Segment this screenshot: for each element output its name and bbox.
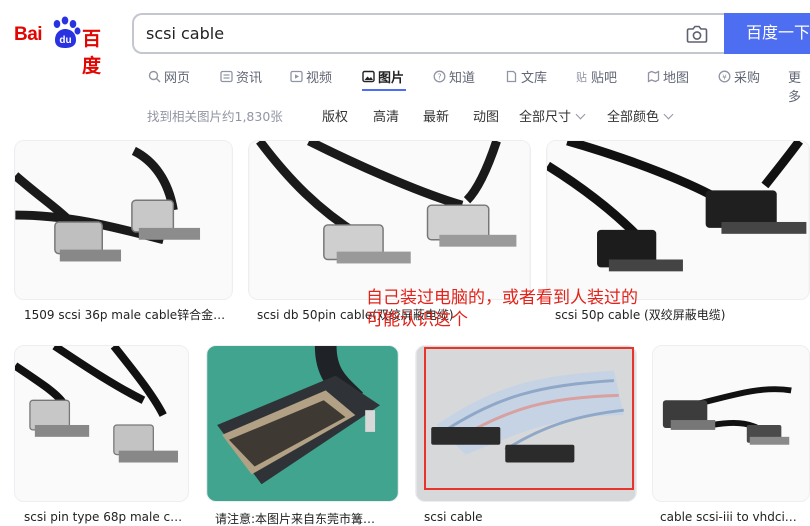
cable-photo (547, 141, 809, 299)
paw-icon: du (53, 16, 81, 48)
tab-more[interactable]: 更多 (788, 67, 810, 105)
baidu-logo[interactable]: Bai du 百度 (14, 16, 118, 77)
result-caption-4[interactable]: scsi pin type 68p male ca… (24, 510, 184, 524)
cable-photo (653, 346, 809, 501)
search-icon (148, 70, 161, 83)
tab-web-label: 网页 (164, 71, 191, 86)
filter-color[interactable]: 全部颜色 (607, 106, 674, 125)
chevron-down-icon (663, 109, 674, 120)
connector-closeup-photo (207, 346, 398, 501)
handwritten-annotation: 自己装过电脑的，或者看到人装过的 可能认识这个 (366, 287, 706, 331)
filter-copyright[interactable]: 版权 (322, 106, 348, 125)
camera-icon[interactable] (686, 24, 708, 44)
search-button[interactable]: 百度一下 (724, 13, 810, 54)
logo-text-bai: Bai (14, 24, 43, 45)
filter-bar: 找到相关图片约1,830张 版权 高清 最新 动图 全部尺寸 全部颜色 (0, 106, 810, 125)
tab-map[interactable]: 地图 (647, 67, 689, 86)
logo-text-baidu: 百度 (82, 28, 102, 77)
tab-wenku[interactable]: 文库 (505, 67, 547, 86)
doc-icon (506, 70, 517, 83)
svg-text:?: ? (437, 73, 441, 82)
cable-photo (15, 346, 188, 501)
tab-more-label: 更多 (788, 71, 802, 105)
result-caption-5[interactable]: 请注意:本图片来自东莞市篝… (215, 510, 387, 526)
logo-paw-text: du (59, 35, 71, 46)
result-image-3[interactable] (546, 140, 810, 300)
filter-hd[interactable]: 高清 (373, 106, 399, 125)
tab-purchase-label: 采购 (734, 71, 761, 86)
tab-web[interactable]: 网页 (148, 67, 190, 86)
result-image-5[interactable] (206, 345, 399, 502)
tab-tieba[interactable]: 贴 贴吧 (575, 67, 617, 86)
image-icon (362, 70, 375, 83)
tab-news-label: 资讯 (236, 71, 263, 86)
search-input[interactable] (146, 15, 666, 52)
filter-latest[interactable]: 最新 (423, 106, 449, 125)
result-caption-1[interactable]: 1509 scsi 36p male cable锌合金… (24, 306, 229, 323)
result-image-4[interactable] (14, 345, 189, 502)
tab-images[interactable]: 图片 (362, 67, 404, 86)
news-icon (220, 70, 233, 83)
tab-news[interactable]: 资讯 (220, 67, 262, 86)
chevron-down-icon (575, 109, 586, 120)
tab-video[interactable]: 视频 (290, 67, 332, 86)
result-caption-7[interactable]: cable scsi-iii to vhdci… (660, 510, 800, 524)
tab-video-label: 视频 (306, 71, 333, 86)
annotation-line-2: 可能认识这个 (366, 310, 468, 330)
tab-map-label: 地图 (663, 71, 690, 86)
annotation-line-1: 自己装过电脑的，或者看到人装过的 (366, 288, 638, 308)
tab-zhidao-label: 知道 (449, 71, 476, 86)
result-image-2[interactable] (248, 140, 531, 300)
cable-photo (15, 141, 232, 299)
result-image-1[interactable] (14, 140, 233, 300)
highlight-frame (424, 347, 634, 490)
tab-purchase[interactable]: ¥ 采购 (718, 67, 760, 86)
svg-text:¥: ¥ (722, 73, 727, 81)
purchase-icon: ¥ (718, 70, 731, 83)
result-caption-6[interactable]: scsi cable (424, 510, 604, 524)
filter-animated[interactable]: 动图 (473, 106, 499, 125)
result-count: 找到相关图片约1,830张 (147, 109, 283, 124)
tab-tieba-label: 贴吧 (591, 71, 618, 86)
filter-size-label: 全部尺寸 (519, 110, 572, 125)
tab-wenku-label: 文库 (521, 71, 548, 86)
video-icon (290, 70, 303, 83)
search-box (132, 13, 726, 54)
tab-zhidao[interactable]: ? 知道 (433, 67, 475, 86)
map-icon (647, 70, 660, 83)
tieba-icon: 贴 (576, 70, 587, 83)
cable-photo (249, 141, 530, 299)
svg-text:贴: 贴 (576, 70, 587, 83)
result-image-7[interactable] (652, 345, 810, 502)
filter-color-label: 全部颜色 (607, 110, 660, 125)
question-icon: ? (433, 70, 446, 83)
active-tab-indicator (362, 89, 406, 91)
tab-images-label: 图片 (378, 71, 405, 86)
filter-size[interactable]: 全部尺寸 (519, 106, 586, 125)
